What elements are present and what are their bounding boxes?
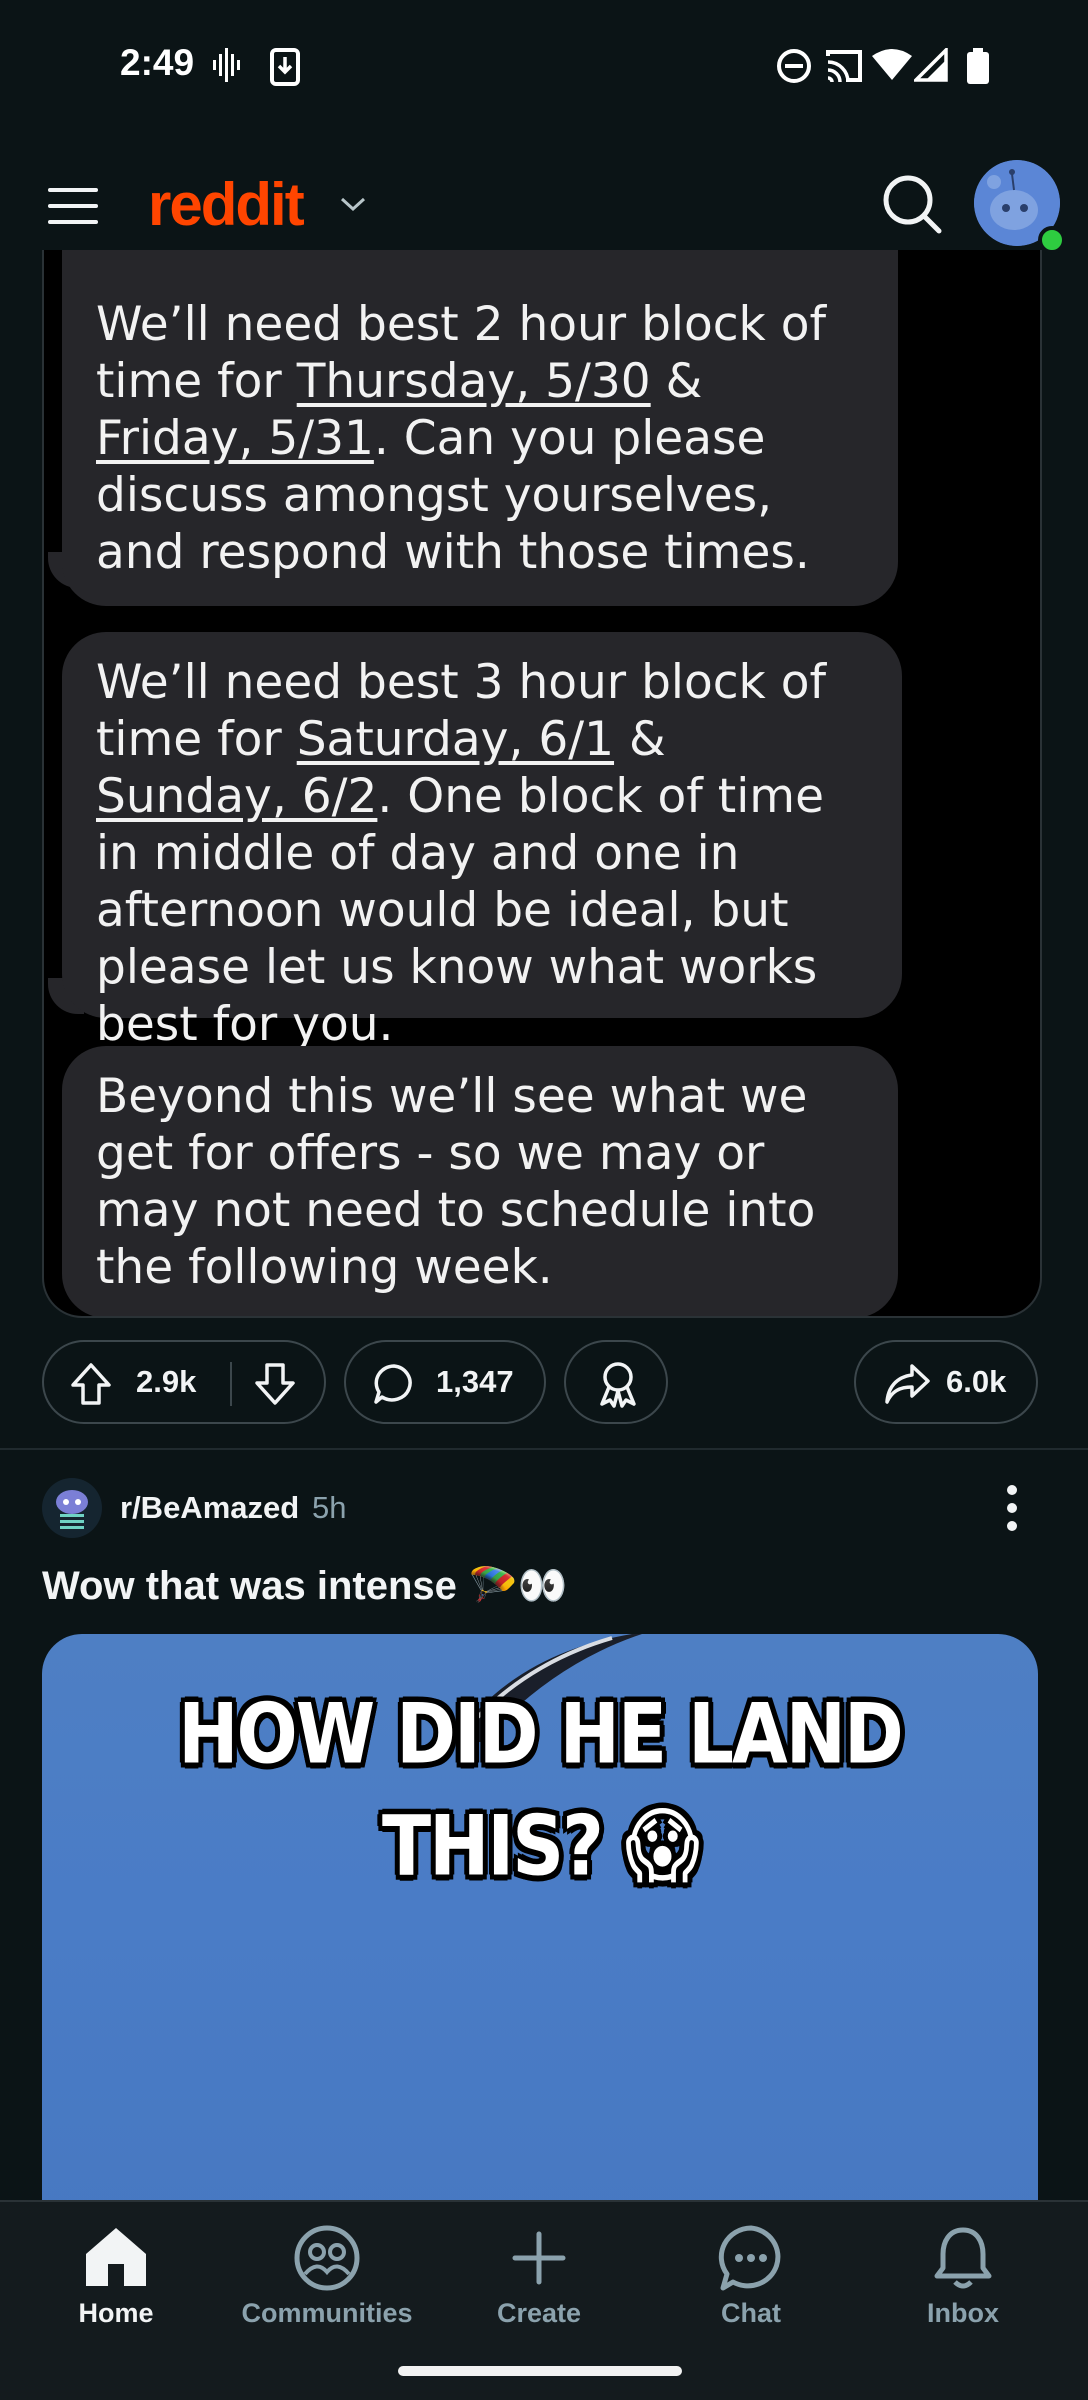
award-button[interactable]: [564, 1340, 668, 1424]
gesture-bar[interactable]: [398, 2366, 682, 2376]
vibrate-icon: [213, 48, 240, 82]
message-date-link: Friday, 5/31: [96, 411, 374, 466]
nav-label: Communities: [241, 2298, 413, 2328]
vote-bar: 2.9k: [42, 1340, 326, 1424]
subreddit-icon[interactable]: [42, 1478, 102, 1538]
cell-signal-icon: [914, 48, 948, 82]
post-age: 5h: [312, 1490, 347, 1525]
comment-count: 1,347: [436, 1364, 514, 1399]
cast-icon: [826, 50, 862, 83]
nav-label: Home: [78, 2298, 154, 2328]
nav-label: Chat: [721, 2298, 781, 2328]
video-caption-line2: THIS? 😱: [382, 1797, 700, 1895]
bell-icon: [934, 2227, 992, 2289]
download-icon: [270, 48, 300, 86]
comment-icon: [374, 1364, 412, 1404]
beamazed-snoo-icon: [56, 1490, 88, 1529]
message-bubble: We’ll need best 3 hour block of time for…: [62, 632, 902, 1052]
battery-icon: [967, 48, 989, 84]
message-date-link: Saturday, 6/1: [296, 712, 615, 767]
upvote-icon[interactable]: [70, 1362, 112, 1406]
upvote-count: 2.9k: [136, 1364, 197, 1399]
nav-create[interactable]: Create: [439, 2202, 639, 2382]
award-icon: [600, 1362, 636, 1408]
home-icon: [86, 2228, 146, 2286]
chat-icon: [718, 2225, 781, 2291]
wifi-icon: [872, 49, 912, 80]
subreddit-name[interactable]: r/BeAmazed: [120, 1490, 299, 1526]
do-not-disturb-icon: [777, 49, 811, 83]
share-button[interactable]: 6.0k: [854, 1340, 1038, 1424]
nav-label: Inbox: [927, 2298, 999, 2328]
communities-icon: [294, 2225, 360, 2291]
share-icon: [885, 1364, 930, 1404]
search-icon[interactable]: [882, 174, 942, 234]
message-date-link: Thursday, 5/30: [296, 354, 651, 409]
post-title[interactable]: Wow that was intense 🪂👀: [42, 1562, 568, 1609]
video-caption-line1: HOW DID HE LAND: [178, 1685, 903, 1783]
message-text: Beyond this we’ll see what we get for of…: [96, 1069, 816, 1295]
online-status-dot: [1038, 226, 1066, 254]
nav-inbox[interactable]: Inbox: [863, 2202, 1063, 2382]
message-date-link: Sunday, 6/2: [96, 769, 378, 824]
message-bubble: Beyond this we’ll see what we get for of…: [62, 1046, 898, 1316]
nav-label: Create: [496, 2298, 582, 2328]
vote-divider: [230, 1362, 232, 1406]
post-image-messages[interactable]: We’ll need best 2 hour block of time for…: [42, 250, 1042, 1318]
comments-button[interactable]: 1,347: [344, 1340, 546, 1424]
status-bar: 2:49: [0, 0, 1088, 130]
nav-communities[interactable]: Communities: [227, 2202, 427, 2382]
message-bubble: We’ll need best 2 hour block of time for…: [62, 250, 898, 606]
message-text: &: [614, 712, 666, 767]
menu-icon[interactable]: [48, 186, 98, 226]
chevron-down-icon[interactable]: [340, 196, 366, 212]
downvote-icon[interactable]: [254, 1362, 296, 1406]
reddit-logo[interactable]: reddit: [148, 170, 305, 239]
status-time: 2:49: [120, 42, 195, 83]
more-options-icon[interactable]: [1000, 1484, 1024, 1532]
nav-chat[interactable]: Chat: [651, 2202, 851, 2382]
post-divider: [0, 1448, 1088, 1450]
share-count: 6.0k: [946, 1364, 1007, 1399]
nav-home[interactable]: Home: [16, 2202, 216, 2382]
plus-icon: [512, 2231, 566, 2285]
message-text: &: [650, 354, 703, 409]
